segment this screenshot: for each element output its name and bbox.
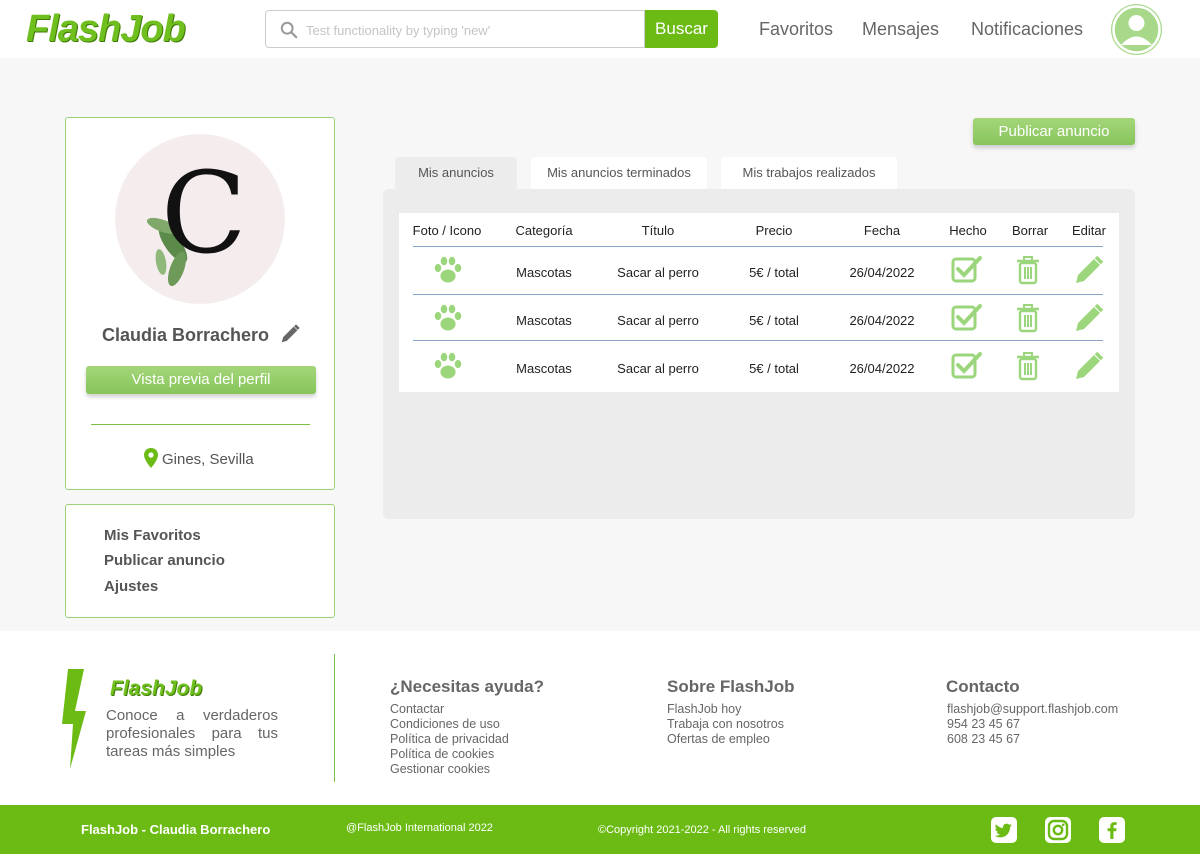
column-header: Título: [641, 223, 675, 238]
publish-ad-button[interactable]: Publicar anuncio: [973, 118, 1135, 145]
cell-date: 26/04/2022: [849, 361, 915, 376]
cell-date: 26/04/2022: [849, 313, 915, 328]
cell-title: Sacar al perro: [617, 361, 699, 376]
search-button[interactable]: Buscar: [645, 10, 718, 48]
column-header: Foto / Icono: [412, 223, 482, 238]
contact-phone: 954 23 45 67: [947, 717, 1020, 731]
edit-pencil-icon[interactable]: [1073, 303, 1105, 333]
user-avatar-icon[interactable]: [1111, 4, 1162, 55]
column-header: Categoría: [515, 223, 573, 238]
done-check-icon[interactable]: [951, 255, 983, 285]
menu-publicar-anuncio[interactable]: Publicar anuncio: [104, 552, 225, 569]
lightning-bolt-icon: [62, 669, 86, 769]
footer-link-ofertas[interactable]: Ofertas de empleo: [667, 732, 770, 746]
menu-favoritos[interactable]: Mis Favoritos: [104, 527, 201, 544]
cell-price: 5€ / total: [749, 265, 799, 280]
delete-trash-icon[interactable]: [1012, 255, 1044, 285]
column-header: Borrar: [1011, 223, 1049, 238]
cell-title: Sacar al perro: [617, 265, 699, 280]
tab-trabajos-realizados[interactable]: Mis trabajos realizados: [721, 157, 897, 189]
help-heading: ¿Necesitas ayuda?: [390, 677, 545, 696]
profile-preview-button[interactable]: Vista previa del perfil: [86, 366, 316, 394]
table-row: Mascotas Sacar al perro 5€ / total 26/04…: [399, 247, 1119, 295]
contact-phone: 608 23 45 67: [947, 732, 1020, 746]
contact-heading: Contacto: [946, 677, 1020, 696]
cell-title: Sacar al perro: [617, 313, 699, 328]
edit-pencil-icon[interactable]: [1073, 255, 1105, 285]
footer-link-flashjob-hoy[interactable]: FlashJob hoy: [667, 702, 741, 716]
column-header: Precio: [755, 223, 793, 238]
cell-date: 26/04/2022: [849, 265, 915, 280]
cell-category: Mascotas: [516, 265, 572, 280]
paw-icon: [434, 256, 462, 283]
profile-initial: C: [161, 149, 247, 279]
done-check-icon[interactable]: [951, 303, 983, 333]
profile-card: C Claudia Borrachero Vista previa del pe…: [65, 117, 335, 490]
edit-pencil-icon[interactable]: [279, 323, 301, 345]
edit-pencil-icon[interactable]: [1073, 351, 1105, 381]
profile-location: Gines, Sevilla: [144, 448, 254, 468]
logo[interactable]: FlashJob: [26, 8, 186, 51]
about-heading: Sobre FlashJob: [667, 677, 795, 696]
column-header: Fecha: [863, 223, 901, 238]
paw-icon: [434, 352, 462, 379]
twitter-icon[interactable]: [991, 817, 1017, 843]
delete-trash-icon[interactable]: [1012, 351, 1044, 381]
contact-email[interactable]: flashjob@support.flashjob.com: [947, 702, 1118, 716]
footer-link-trabaja[interactable]: Trabaja con nosotros: [667, 717, 784, 731]
footer-divider: [334, 654, 335, 782]
footer-link-condiciones[interactable]: Condiciones de uso: [390, 717, 500, 731]
footer-link-privacidad[interactable]: Política de privacidad: [390, 732, 509, 746]
table-row: Mascotas Sacar al perro 5€ / total 26/04…: [399, 343, 1119, 391]
search-input[interactable]: [306, 19, 636, 41]
nav-favoritos[interactable]: Favoritos: [759, 19, 833, 40]
footer-link-contactar[interactable]: Contactar: [390, 702, 444, 716]
facebook-icon[interactable]: [1099, 817, 1125, 843]
menu-ajustes[interactable]: Ajustes: [104, 578, 158, 595]
profile-name: Claudia Borrachero: [102, 325, 270, 345]
footer-logo[interactable]: FlashJob: [110, 677, 202, 701]
cell-category: Mascotas: [516, 313, 572, 328]
bottom-bar-international: @FlashJob International 2022: [346, 822, 493, 834]
search-box: [265, 10, 645, 48]
footer-link-cookies[interactable]: Política de cookies: [390, 747, 494, 761]
table-row: Mascotas Sacar al perro 5€ / total 26/04…: [399, 295, 1119, 343]
delete-trash-icon[interactable]: [1012, 303, 1044, 333]
profile-divider: [91, 424, 310, 425]
location-text: Gines, Sevilla: [162, 451, 254, 468]
done-check-icon[interactable]: [951, 351, 983, 381]
nav-mensajes[interactable]: Mensajes: [862, 19, 939, 40]
tab-anuncios-terminados[interactable]: Mis anuncios terminados: [531, 157, 707, 189]
tab-mis-anuncios[interactable]: Mis anuncios: [395, 157, 517, 189]
location-pin-icon: [144, 448, 158, 468]
profile-picture: C: [115, 134, 285, 304]
cell-price: 5€ / total: [749, 313, 799, 328]
ads-table: Foto / Icono Categoría Título Precio Fec…: [399, 213, 1119, 392]
nav-notificaciones[interactable]: Notificaciones: [971, 19, 1083, 40]
instagram-icon[interactable]: [1045, 817, 1071, 843]
bottom-bar-owner: FlashJob - Claudia Borrachero: [81, 822, 271, 837]
footer-link-gestionar-cookies[interactable]: Gestionar cookies: [390, 762, 490, 776]
search-icon: [280, 21, 298, 39]
footer-tagline: Conoce a verdaderos profesionales para t…: [106, 707, 278, 760]
profile-menu-card: Mis Favoritos Publicar anuncio Ajustes: [65, 504, 335, 618]
cell-price: 5€ / total: [749, 361, 799, 376]
cell-category: Mascotas: [516, 361, 572, 376]
column-header: Editar: [1072, 223, 1106, 238]
top-header: FlashJob Buscar Favoritos Mensajes Notif…: [0, 0, 1200, 58]
bottom-bar-copyright: ©Copyright 2021-2022 - All rights reserv…: [598, 824, 807, 836]
footer: FlashJob Conoce a verdaderos profesional…: [0, 631, 1200, 805]
column-header: Hecho: [949, 223, 987, 238]
paw-icon: [434, 304, 462, 331]
bottom-bar: FlashJob - Claudia Borrachero @FlashJob …: [0, 805, 1200, 854]
